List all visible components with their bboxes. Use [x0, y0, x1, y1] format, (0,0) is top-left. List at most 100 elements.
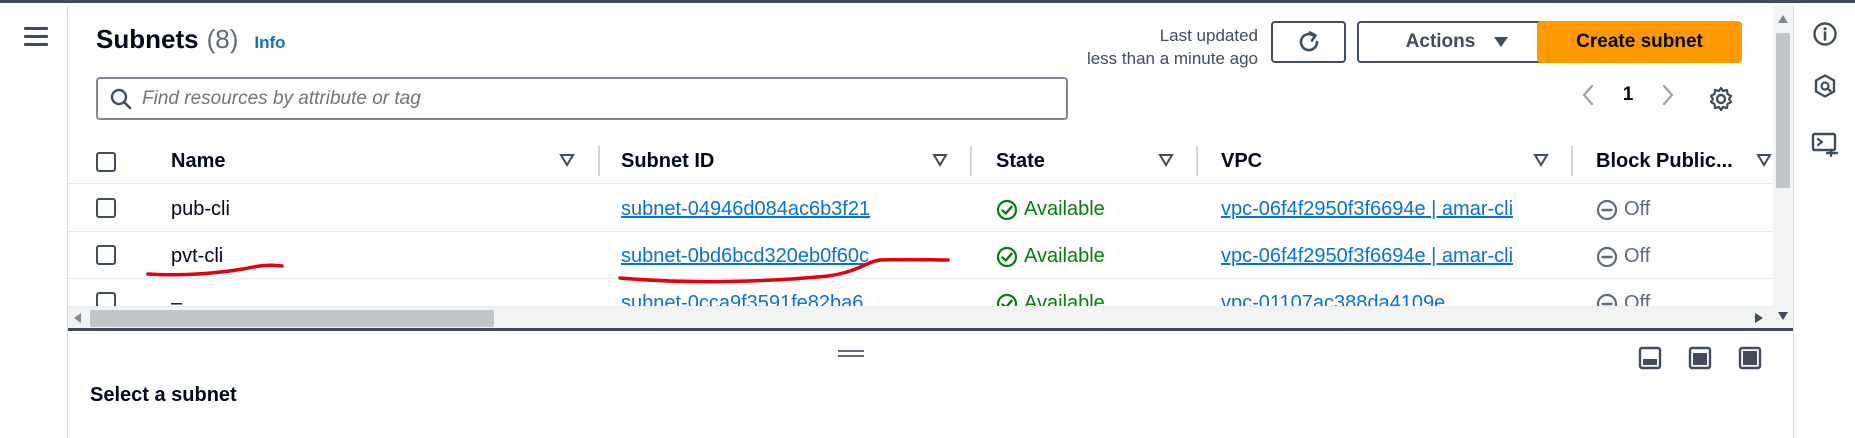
block-public-status: Off [1596, 292, 1650, 306]
column-header-state[interactable]: State [996, 150, 1045, 173]
preferences-button[interactable] [1708, 86, 1734, 117]
state-status: Available [996, 198, 1105, 221]
scroll-left-icon[interactable] [74, 313, 82, 323]
page-number[interactable]: 1 [1608, 84, 1648, 106]
table-row[interactable]: – subnet-0cca9f3591fe82ba6 Available vpc… [68, 279, 1773, 306]
panel-bottom-button[interactable] [1638, 346, 1662, 370]
vpc-link[interactable]: vpc-01107ac388da4109e [1221, 292, 1445, 306]
refresh-icon [1299, 31, 1318, 52]
split-panel-divider [68, 328, 1793, 331]
sort-icon[interactable] [1158, 153, 1174, 167]
column-divider[interactable] [970, 146, 972, 176]
scroll-up-icon[interactable] [1778, 15, 1788, 23]
page-title: Subnets [96, 24, 199, 54]
caret-down-icon [1494, 37, 1509, 47]
chevron-right-icon [1662, 84, 1674, 106]
horizontal-scrollbar[interactable] [68, 306, 1773, 328]
minus-circle-icon [1596, 293, 1618, 306]
terminal-icon [1811, 132, 1839, 157]
last-updated: Last updated less than a minute ago [1058, 24, 1258, 70]
panel-bottom-icon [1638, 346, 1662, 370]
check-circle-icon [996, 293, 1018, 306]
actions-button[interactable]: Actions [1357, 21, 1558, 63]
pagination: 1 [1568, 84, 1688, 106]
vertical-scrollbar[interactable] [1773, 6, 1793, 328]
sort-icon[interactable] [1533, 153, 1549, 167]
minus-circle-icon [1596, 246, 1618, 267]
column-divider[interactable] [1571, 146, 1573, 176]
chevron-left-icon [1582, 84, 1594, 106]
horizontal-scroll-thumb[interactable] [90, 310, 494, 327]
block-public-status: Off [1596, 245, 1650, 268]
column-header-vpc[interactable]: VPC [1221, 150, 1262, 173]
main-content: Subnets (8) Info Last updated less than … [68, 6, 1793, 438]
panel-full-button[interactable] [1738, 346, 1762, 370]
block-public-label: Off [1624, 292, 1651, 306]
panel-full-icon [1738, 346, 1762, 370]
state-label: Available [1024, 198, 1105, 220]
sort-icon[interactable] [932, 153, 948, 167]
state-status: Available [996, 292, 1105, 306]
subnet-name: pvt-cli [171, 245, 224, 267]
hexagon-icon [1814, 74, 1836, 98]
last-updated-label: Last updated [1159, 26, 1258, 45]
state-label: Available [1024, 292, 1105, 306]
vertical-scroll-thumb[interactable] [1776, 33, 1790, 188]
column-divider[interactable] [1196, 146, 1198, 176]
previous-page-button[interactable] [1568, 84, 1608, 106]
info-icon [1813, 22, 1837, 46]
details-placeholder: Select a subnet [90, 384, 237, 406]
left-nav [0, 6, 68, 438]
search-icon [110, 88, 132, 109]
vpc-link[interactable]: vpc-06f4f2950f3f6694e | amar-cli [1221, 245, 1513, 268]
info-link[interactable]: Info [254, 33, 285, 53]
search-bar[interactable] [96, 77, 1068, 120]
next-page-button[interactable] [1648, 84, 1688, 106]
block-public-label: Off [1624, 245, 1651, 267]
sort-icon[interactable] [559, 153, 575, 167]
right-utility-rail [1793, 6, 1855, 438]
row-checkbox[interactable] [96, 198, 116, 218]
check-circle-icon [996, 246, 1018, 267]
subnets-table: Name Subnet ID State VPC Block Public...… [68, 140, 1773, 306]
subnet-id-link[interactable]: subnet-04946d084ac6b3f21 [621, 198, 870, 221]
hamburger-icon[interactable] [24, 27, 48, 47]
info-panel-button[interactable] [1811, 20, 1839, 48]
gear-icon [1709, 86, 1733, 112]
subnet-id-link[interactable]: subnet-0bd6bcd320eb0f60c [621, 245, 869, 268]
sort-icon[interactable] [1756, 153, 1772, 167]
row-checkbox[interactable] [96, 245, 116, 265]
search-input[interactable] [142, 87, 1042, 110]
scroll-right-icon[interactable] [1755, 313, 1763, 323]
panel-side-button[interactable] [1688, 346, 1712, 370]
scroll-down-icon[interactable] [1778, 312, 1788, 320]
assistant-button[interactable] [1811, 72, 1839, 100]
table-header: Name Subnet ID State VPC Block Public... [68, 140, 1773, 184]
block-public-label: Off [1624, 198, 1651, 220]
column-divider[interactable] [598, 146, 600, 176]
table-row[interactable]: pub-cli subnet-04946d084ac6b3f21 Availab… [68, 185, 1773, 232]
vpc-link[interactable]: vpc-06f4f2950f3f6694e | amar-cli [1221, 198, 1513, 221]
actions-label: Actions [1405, 31, 1476, 52]
state-status: Available [996, 245, 1105, 268]
column-header-subnet-id[interactable]: Subnet ID [621, 150, 714, 173]
split-panel-drag-handle[interactable] [838, 350, 864, 358]
select-all-checkbox[interactable] [96, 152, 116, 172]
subnet-name: pub-cli [171, 198, 230, 220]
app-frame: Subnets (8) Info Last updated less than … [0, 0, 1855, 438]
page-header: Subnets (8) Info [96, 24, 286, 55]
block-public-status: Off [1596, 198, 1650, 221]
check-circle-icon [996, 199, 1018, 220]
panel-side-icon [1688, 346, 1712, 370]
state-label: Available [1024, 245, 1105, 267]
row-checkbox[interactable] [96, 292, 116, 306]
minus-circle-icon [1596, 199, 1618, 220]
create-subnet-button[interactable]: Create subnet [1537, 21, 1742, 63]
table-row[interactable]: pvt-cli subnet-0bd6bcd320eb0f60c Availab… [68, 232, 1773, 279]
resource-count: (8) [206, 24, 239, 54]
cloudshell-button[interactable] [1811, 130, 1839, 158]
column-header-name[interactable]: Name [171, 150, 225, 173]
column-header-block-public[interactable]: Block Public... [1596, 150, 1733, 173]
refresh-button[interactable] [1271, 21, 1346, 63]
subnet-id-link[interactable]: subnet-0cca9f3591fe82ba6 [621, 292, 863, 306]
